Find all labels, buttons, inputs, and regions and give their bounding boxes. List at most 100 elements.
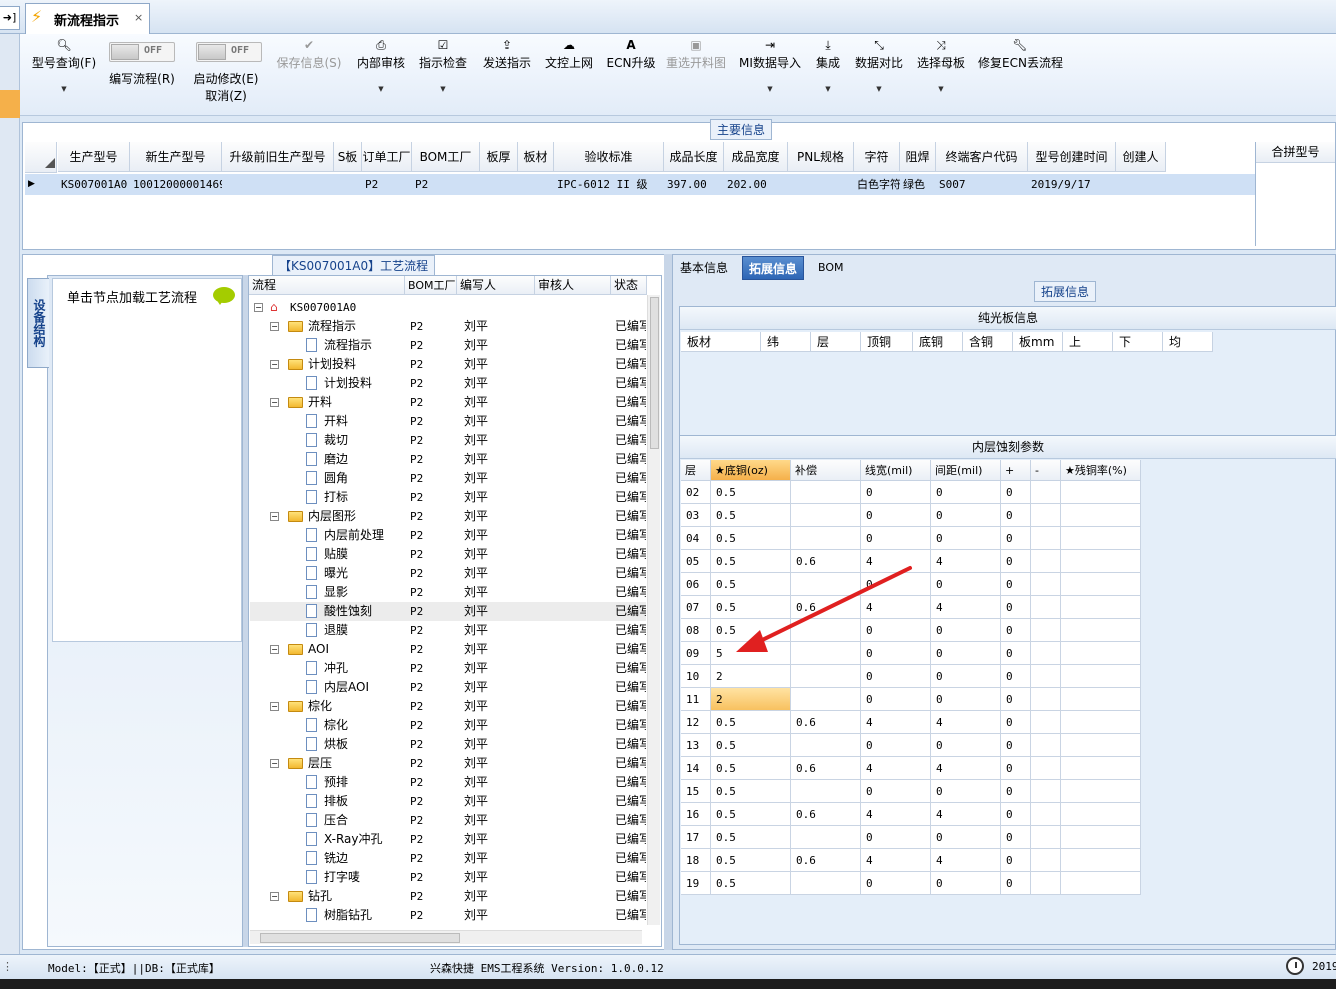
tree-root[interactable]: − ⌂ KS007001A0 — [250, 298, 646, 317]
pure-board-col[interactable]: 均 — [1163, 332, 1213, 352]
mi-import-button[interactable]: ⇥ MI数据导入 ▼ — [736, 36, 804, 114]
start-modify-toggle[interactable]: OFF 启动修改(E) 取消(Z) — [188, 36, 264, 114]
etch-cell[interactable]: 0 — [1001, 757, 1031, 780]
cell[interactable] — [1119, 174, 1166, 195]
etch-cell[interactable]: 0 — [861, 527, 931, 550]
cell[interactable]: 白色字符 — [857, 174, 900, 195]
etch-cell[interactable] — [1031, 504, 1061, 527]
etch-cell[interactable] — [1061, 573, 1141, 596]
etch-cell[interactable] — [791, 481, 861, 504]
cell[interactable]: IPC-6012 II 级 — [557, 174, 664, 195]
col-header[interactable]: PNL规格 — [788, 142, 854, 172]
etch-cell[interactable]: 0.5 — [711, 757, 791, 780]
etch-cell[interactable]: 0 — [861, 481, 931, 504]
etch-cell[interactable] — [1031, 550, 1061, 573]
etch-cell[interactable]: 4 — [931, 550, 1001, 573]
col-header[interactable]: 板厚 — [480, 142, 518, 172]
tree-row[interactable]: − 开料 P2 刘平 已编写 — [250, 393, 646, 412]
tab-equipment-structure[interactable]: 设备结构 — [27, 278, 49, 368]
etch-cell[interactable]: 0 — [861, 504, 931, 527]
etch-cell[interactable] — [1061, 596, 1141, 619]
cell[interactable] — [791, 174, 854, 195]
etch-cell[interactable] — [791, 688, 861, 711]
cell[interactable]: 397.00 — [667, 174, 724, 195]
etch-cell[interactable]: 0 — [931, 481, 1001, 504]
tab-bom[interactable]: BOM — [812, 256, 850, 280]
tab-new-flow-instruction[interactable]: ⚡ 新流程指示 × — [25, 3, 150, 34]
etch-cell[interactable] — [1031, 573, 1061, 596]
etch-cell[interactable]: 0 — [931, 527, 1001, 550]
etch-col-header[interactable]: ★底铜(oz) — [711, 460, 791, 481]
tree-row[interactable]: 烘板 P2 刘平 已编写 — [250, 735, 646, 754]
etch-cell[interactable]: 0.5 — [711, 872, 791, 895]
select-mother-button[interactable]: ⤨ 选择母板 ▼ — [914, 36, 968, 114]
tree-row[interactable]: − 内层图形 P2 刘平 已编写 — [250, 507, 646, 526]
tree-row[interactable]: 磨边 P2 刘平 已编写 — [250, 450, 646, 469]
tree-row[interactable]: 排板 P2 刘平 已编写 — [250, 792, 646, 811]
etch-cell[interactable] — [1031, 642, 1061, 665]
tree-row[interactable]: 内层前处理 P2 刘平 已编写 — [250, 526, 646, 545]
pure-board-col[interactable]: 底铜 — [913, 332, 963, 352]
pure-board-col[interactable]: 含铜 — [963, 332, 1013, 352]
etch-cell[interactable]: 0 — [1001, 826, 1031, 849]
etch-cell[interactable] — [1061, 481, 1141, 504]
tree-row[interactable]: X-Ray冲孔 P2 刘平 已编写 — [250, 830, 646, 849]
etch-cell[interactable] — [1061, 849, 1141, 872]
col-reviewer[interactable]: 审核人 — [535, 276, 611, 295]
etch-cell[interactable] — [1061, 711, 1141, 734]
col-header[interactable]: 板材 — [518, 142, 554, 172]
etch-cell[interactable]: 0 — [1001, 803, 1031, 826]
etch-cell[interactable]: 0 — [861, 826, 931, 849]
etch-cell[interactable]: 0.6 — [791, 711, 861, 734]
etch-cell[interactable] — [1061, 642, 1141, 665]
cell[interactable] — [483, 174, 518, 195]
model-query-button[interactable]: 🔍︎ 型号查询(F) ▼ — [26, 36, 102, 114]
start-modify-switch[interactable]: OFF — [196, 42, 262, 62]
etch-cell[interactable]: 0.6 — [791, 757, 861, 780]
etch-cell[interactable] — [1061, 734, 1141, 757]
etch-cell[interactable]: 0 — [931, 642, 1001, 665]
etch-col-header[interactable]: 线宽(mil) — [861, 460, 931, 481]
etch-cell[interactable] — [1031, 757, 1061, 780]
col-header[interactable]: 新生产型号 — [130, 142, 222, 172]
tree-row[interactable]: − 计划投料 P2 刘平 已编写 — [250, 355, 646, 374]
etch-cell[interactable]: 4 — [861, 711, 931, 734]
tree-row[interactable]: 裁切 P2 刘平 已编写 — [250, 431, 646, 450]
tree-row[interactable]: 酸性蚀刻 P2 刘平 已编写 — [250, 602, 646, 621]
etch-cell[interactable]: 0.5 — [711, 826, 791, 849]
pure-board-col[interactable]: 板材 — [681, 332, 761, 352]
col-header[interactable]: 成品宽度 — [724, 142, 788, 172]
pure-board-col[interactable]: 上 — [1063, 332, 1113, 352]
etch-cell[interactable]: 0.6 — [791, 849, 861, 872]
etch-cell[interactable] — [1031, 481, 1061, 504]
col-writer[interactable]: 编写人 — [457, 276, 535, 295]
cell[interactable]: 绿色 — [903, 174, 936, 195]
etch-cell[interactable] — [1031, 780, 1061, 803]
etch-cell[interactable] — [791, 780, 861, 803]
etch-cell[interactable] — [1031, 826, 1061, 849]
tree-row[interactable]: 铣边 P2 刘平 已编写 — [250, 849, 646, 868]
tab-basic-info[interactable]: 基本信息 — [674, 256, 734, 280]
etch-col-header[interactable]: 补偿 — [791, 460, 861, 481]
etch-cell[interactable] — [791, 527, 861, 550]
load-flow-box[interactable]: 单击节点加载工艺流程 — [52, 278, 242, 642]
tree-row[interactable]: 压合 P2 刘平 已编写 — [250, 811, 646, 830]
tree-row[interactable]: 棕化 P2 刘平 已编写 — [250, 716, 646, 735]
etch-cell[interactable]: 4 — [931, 849, 1001, 872]
etch-cell[interactable]: 0.5 — [711, 803, 791, 826]
etch-cell[interactable]: 0.5 — [711, 711, 791, 734]
etch-cell[interactable]: 2 — [711, 665, 791, 688]
etch-cell[interactable]: 0.5 — [711, 734, 791, 757]
etch-cell[interactable] — [1061, 688, 1141, 711]
collapse-icon[interactable]: − — [270, 702, 279, 711]
etch-cell[interactable]: 4 — [861, 849, 931, 872]
cell[interactable]: 202.00 — [727, 174, 788, 195]
etch-col-header[interactable]: + — [1001, 460, 1031, 481]
etch-cell[interactable]: 0 — [861, 872, 931, 895]
etch-cell[interactable]: 2 — [711, 688, 791, 711]
col-header[interactable]: 升级前旧生产型号 — [222, 142, 334, 172]
etch-cell[interactable]: 0 — [1001, 619, 1031, 642]
data-compare-button[interactable]: ⤡ 数据对比 ▼ — [852, 36, 906, 114]
etch-cell[interactable]: 0 — [1001, 642, 1031, 665]
etch-cell[interactable]: 0 — [1001, 734, 1031, 757]
